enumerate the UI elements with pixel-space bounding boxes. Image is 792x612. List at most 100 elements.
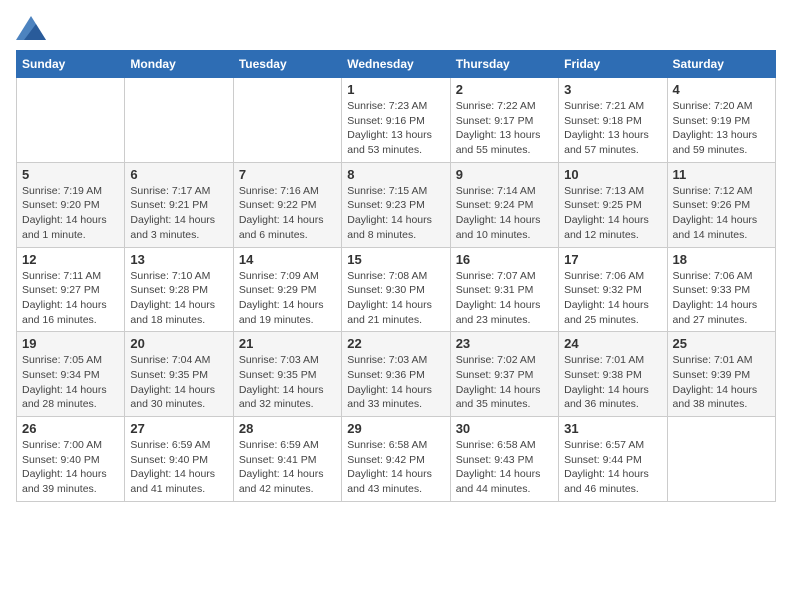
- calendar-cell: 11 Sunrise: 7:12 AM Sunset: 9:26 PM Dayli…: [667, 162, 775, 247]
- day-number: 24: [564, 336, 661, 351]
- day-number: 9: [456, 167, 553, 182]
- calendar-cell: 12 Sunrise: 7:11 AM Sunset: 9:27 PM Dayli…: [17, 247, 125, 332]
- calendar-cell: 5 Sunrise: 7:19 AM Sunset: 9:20 PM Daylig…: [17, 162, 125, 247]
- day-info: Sunrise: 6:57 AM Sunset: 9:44 PM Dayligh…: [564, 438, 661, 497]
- day-info: Sunrise: 7:07 AM Sunset: 9:31 PM Dayligh…: [456, 269, 553, 328]
- day-info: Sunrise: 7:01 AM Sunset: 9:38 PM Dayligh…: [564, 353, 661, 412]
- day-number: 4: [673, 82, 770, 97]
- calendar-cell: 7 Sunrise: 7:16 AM Sunset: 9:22 PM Daylig…: [233, 162, 341, 247]
- calendar-week-row: 26 Sunrise: 7:00 AM Sunset: 9:40 PM Dayli…: [17, 417, 776, 502]
- logo: [16, 16, 50, 40]
- day-info: Sunrise: 7:03 AM Sunset: 9:36 PM Dayligh…: [347, 353, 444, 412]
- calendar-header-thursday: Thursday: [450, 51, 558, 78]
- calendar-cell: [233, 78, 341, 163]
- calendar-cell: 30 Sunrise: 6:58 AM Sunset: 9:43 PM Dayli…: [450, 417, 558, 502]
- calendar-cell: 31 Sunrise: 6:57 AM Sunset: 9:44 PM Dayli…: [559, 417, 667, 502]
- day-number: 2: [456, 82, 553, 97]
- day-number: 20: [130, 336, 227, 351]
- calendar-cell: 25Sunrise: 7:01 AM Sunset: 9:39 PM Dayli…: [667, 332, 775, 417]
- day-number: 6: [130, 167, 227, 182]
- calendar-cell: 27Sunrise: 6:59 AM Sunset: 9:40 PM Dayli…: [125, 417, 233, 502]
- calendar-cell: 15 Sunrise: 7:08 AM Sunset: 9:30 PM Dayli…: [342, 247, 450, 332]
- day-info: Sunrise: 7:19 AM Sunset: 9:20 PM Dayligh…: [22, 184, 119, 243]
- calendar-header-row: SundayMondayTuesdayWednesdayThursdayFrid…: [17, 51, 776, 78]
- day-info: Sunrise: 7:23 AM Sunset: 9:16 PM Dayligh…: [347, 99, 444, 158]
- day-number: 26: [22, 421, 119, 436]
- day-number: 29: [347, 421, 444, 436]
- day-info: Sunrise: 7:00 AM Sunset: 9:40 PM Dayligh…: [22, 438, 119, 497]
- calendar-cell: 20 Sunrise: 7:04 AM Sunset: 9:35 PM Dayli…: [125, 332, 233, 417]
- day-info: Sunrise: 7:16 AM Sunset: 9:22 PM Dayligh…: [239, 184, 336, 243]
- day-number: 31: [564, 421, 661, 436]
- day-number: 10: [564, 167, 661, 182]
- day-info: Sunrise: 7:13 AM Sunset: 9:25 PM Dayligh…: [564, 184, 661, 243]
- day-number: 30: [456, 421, 553, 436]
- day-info: Sunrise: 7:12 AM Sunset: 9:26 PM Dayligh…: [673, 184, 770, 243]
- day-info: Sunrise: 7:04 AM Sunset: 9:35 PM Dayligh…: [130, 353, 227, 412]
- day-info: Sunrise: 7:14 AM Sunset: 9:24 PM Dayligh…: [456, 184, 553, 243]
- day-number: 11: [673, 167, 770, 182]
- calendar-cell: [17, 78, 125, 163]
- day-number: 27: [130, 421, 227, 436]
- day-info: Sunrise: 7:06 AM Sunset: 9:33 PM Dayligh…: [673, 269, 770, 328]
- calendar-cell: 23 Sunrise: 7:02 AM Sunset: 9:37 PM Dayli…: [450, 332, 558, 417]
- calendar-cell: 29Sunrise: 6:58 AM Sunset: 9:42 PM Dayli…: [342, 417, 450, 502]
- day-number: 12: [22, 252, 119, 267]
- calendar-cell: 24 Sunrise: 7:01 AM Sunset: 9:38 PM Dayli…: [559, 332, 667, 417]
- day-info: Sunrise: 7:03 AM Sunset: 9:35 PM Dayligh…: [239, 353, 336, 412]
- day-number: 23: [456, 336, 553, 351]
- day-info: Sunrise: 7:09 AM Sunset: 9:29 PM Dayligh…: [239, 269, 336, 328]
- day-info: Sunrise: 7:15 AM Sunset: 9:23 PM Dayligh…: [347, 184, 444, 243]
- calendar-cell: 9 Sunrise: 7:14 AM Sunset: 9:24 PM Daylig…: [450, 162, 558, 247]
- calendar-cell: 28 Sunrise: 6:59 AM Sunset: 9:41 PM Dayli…: [233, 417, 341, 502]
- calendar-week-row: 5 Sunrise: 7:19 AM Sunset: 9:20 PM Daylig…: [17, 162, 776, 247]
- day-number: 5: [22, 167, 119, 182]
- day-number: 14: [239, 252, 336, 267]
- day-number: 8: [347, 167, 444, 182]
- calendar-week-row: 19 Sunrise: 7:05 AM Sunset: 9:34 PM Dayli…: [17, 332, 776, 417]
- day-number: 3: [564, 82, 661, 97]
- calendar-cell: 18 Sunrise: 7:06 AM Sunset: 9:33 PM Dayli…: [667, 247, 775, 332]
- calendar-cell: 2 Sunrise: 7:22 AM Sunset: 9:17 PM Daylig…: [450, 78, 558, 163]
- day-number: 1: [347, 82, 444, 97]
- day-info: Sunrise: 7:05 AM Sunset: 9:34 PM Dayligh…: [22, 353, 119, 412]
- calendar-header-sunday: Sunday: [17, 51, 125, 78]
- day-info: Sunrise: 7:01 AM Sunset: 9:39 PM Dayligh…: [673, 353, 770, 412]
- day-info: Sunrise: 7:21 AM Sunset: 9:18 PM Dayligh…: [564, 99, 661, 158]
- calendar-cell: 19 Sunrise: 7:05 AM Sunset: 9:34 PM Dayli…: [17, 332, 125, 417]
- day-number: 22: [347, 336, 444, 351]
- day-number: 19: [22, 336, 119, 351]
- day-info: Sunrise: 7:02 AM Sunset: 9:37 PM Dayligh…: [456, 353, 553, 412]
- day-number: 18: [673, 252, 770, 267]
- calendar-header-friday: Friday: [559, 51, 667, 78]
- day-info: Sunrise: 7:08 AM Sunset: 9:30 PM Dayligh…: [347, 269, 444, 328]
- day-number: 17: [564, 252, 661, 267]
- day-info: Sunrise: 7:22 AM Sunset: 9:17 PM Dayligh…: [456, 99, 553, 158]
- calendar-cell: 3 Sunrise: 7:21 AM Sunset: 9:18 PM Daylig…: [559, 78, 667, 163]
- day-number: 7: [239, 167, 336, 182]
- calendar-header-monday: Monday: [125, 51, 233, 78]
- calendar-header-wednesday: Wednesday: [342, 51, 450, 78]
- calendar-cell: 14 Sunrise: 7:09 AM Sunset: 9:29 PM Dayli…: [233, 247, 341, 332]
- calendar-cell: 16 Sunrise: 7:07 AM Sunset: 9:31 PM Dayli…: [450, 247, 558, 332]
- calendar-cell: 4Sunrise: 7:20 AM Sunset: 9:19 PM Daylig…: [667, 78, 775, 163]
- calendar-table: SundayMondayTuesdayWednesdayThursdayFrid…: [16, 50, 776, 502]
- day-info: Sunrise: 7:11 AM Sunset: 9:27 PM Dayligh…: [22, 269, 119, 328]
- calendar-cell: 13Sunrise: 7:10 AM Sunset: 9:28 PM Dayli…: [125, 247, 233, 332]
- calendar-cell: [667, 417, 775, 502]
- calendar-cell: [125, 78, 233, 163]
- day-number: 16: [456, 252, 553, 267]
- calendar-cell: 21Sunrise: 7:03 AM Sunset: 9:35 PM Dayli…: [233, 332, 341, 417]
- calendar-cell: 8 Sunrise: 7:15 AM Sunset: 9:23 PM Daylig…: [342, 162, 450, 247]
- calendar-cell: 10 Sunrise: 7:13 AM Sunset: 9:25 PM Dayli…: [559, 162, 667, 247]
- day-info: Sunrise: 6:59 AM Sunset: 9:41 PM Dayligh…: [239, 438, 336, 497]
- calendar-header-tuesday: Tuesday: [233, 51, 341, 78]
- logo-icon: [16, 16, 46, 40]
- day-number: 28: [239, 421, 336, 436]
- calendar-cell: 1 Sunrise: 7:23 AM Sunset: 9:16 PM Daylig…: [342, 78, 450, 163]
- calendar-cell: 6Sunrise: 7:17 AM Sunset: 9:21 PM Daylig…: [125, 162, 233, 247]
- day-number: 15: [347, 252, 444, 267]
- day-info: Sunrise: 6:58 AM Sunset: 9:43 PM Dayligh…: [456, 438, 553, 497]
- day-info: Sunrise: 7:10 AM Sunset: 9:28 PM Dayligh…: [130, 269, 227, 328]
- page-header: [16, 16, 776, 40]
